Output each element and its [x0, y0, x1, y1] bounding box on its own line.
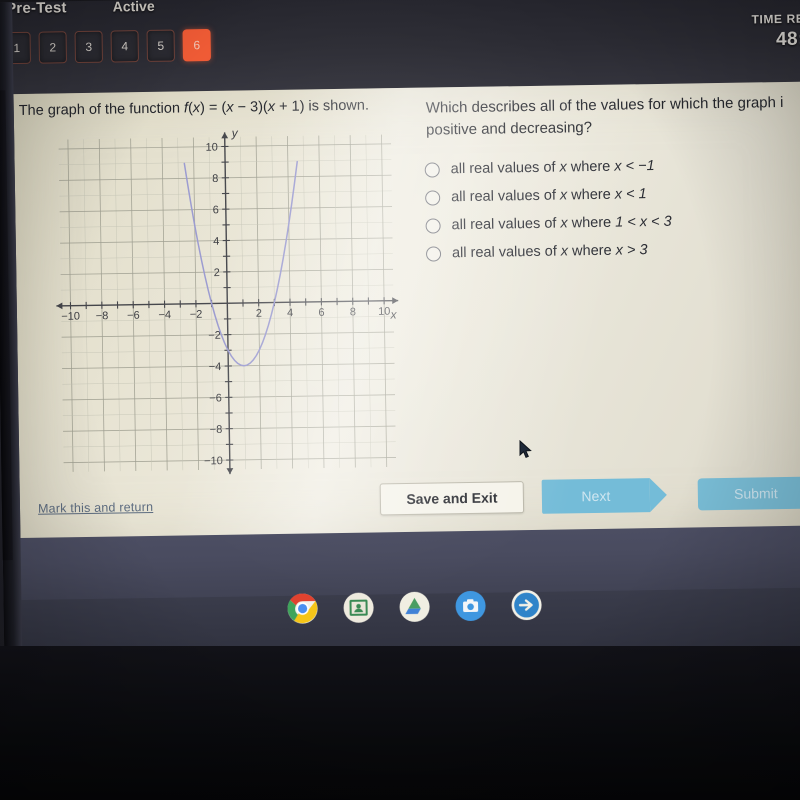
svg-text:y: y [231, 128, 239, 140]
stimulus-suffix: + 1) is shown. [274, 97, 370, 115]
svg-text:−10: −10 [204, 455, 223, 467]
question-button-4[interactable]: 4 [110, 30, 140, 63]
time-remaining-label: TIME RE [751, 11, 800, 27]
answer-choice-3-label: all real values of x where 1 < x < 3 [451, 213, 672, 234]
svg-text:10: 10 [378, 306, 390, 318]
svg-text:−8: −8 [210, 424, 223, 436]
svg-text:−6: −6 [209, 392, 222, 404]
time-remaining-value: 48: [775, 28, 800, 51]
svg-text:8: 8 [212, 173, 218, 185]
radio-button-icon[interactable] [425, 217, 441, 234]
save-and-exit-button[interactable]: Save and Exit [379, 481, 525, 516]
svg-text:2: 2 [256, 308, 262, 320]
svg-text:−6: −6 [127, 310, 140, 322]
area-below-screen [0, 646, 800, 800]
svg-text:10: 10 [206, 142, 218, 154]
stimulus-minus: − 3)( [233, 99, 268, 116]
question-prompt: Which describes all of the values for wh… [426, 91, 800, 141]
action-button-row: Save and Exit Next Submit [379, 476, 800, 517]
app-top-bar: Pre-Test Active 1 2 3 4 5 6 TIME RE 48: [0, 0, 800, 95]
svg-text:−4: −4 [158, 309, 171, 321]
radio-button-icon[interactable] [424, 161, 440, 178]
question-navigator[interactable]: 1 2 3 4 5 6 [2, 28, 211, 65]
camera-icon[interactable] [453, 589, 488, 624]
arrow-app-icon[interactable] [509, 588, 544, 623]
chrome-icon[interactable] [285, 591, 320, 626]
answer-choice-4-label: all real values of x where x > 3 [451, 242, 648, 262]
photo-of-laptop-screen: Pre-Test Active 1 2 3 4 5 6 TIME RE 48: … [0, 0, 800, 800]
screen-content: Pre-Test Active 1 2 3 4 5 6 TIME RE 48: … [0, 0, 800, 667]
question-button-5[interactable]: 5 [146, 29, 176, 62]
svg-text:−10: −10 [61, 311, 80, 323]
svg-text:x: x [389, 308, 397, 322]
next-button[interactable]: Next [541, 478, 651, 514]
svg-text:−8: −8 [96, 310, 109, 322]
answer-choice-4[interactable]: all real values of x where x > 3 [425, 233, 800, 267]
stimulus-eq: ) = ( [199, 99, 227, 117]
answer-choice-2-label: all real values of x where x < 1 [451, 186, 647, 206]
page-title: Pre-Test [6, 0, 67, 18]
function-graph: −10 −8 −6 −4 −2 2 4 6 8 10 10 8 6 4 2 −2 −4 −6 −8 −10 y x [52, 128, 402, 478]
svg-text:2: 2 [214, 267, 220, 279]
radio-button-icon[interactable] [425, 245, 442, 262]
svg-text:6: 6 [318, 307, 324, 319]
stimulus-prefix: The graph of the function [18, 100, 185, 120]
svg-text:−2: −2 [208, 330, 221, 342]
submit-button[interactable]: Submit [697, 476, 800, 511]
radio-button-icon[interactable] [425, 189, 441, 206]
question-button-2[interactable]: 2 [38, 31, 68, 64]
shelf-icon-row[interactable] [285, 588, 544, 626]
svg-text:−2: −2 [190, 309, 203, 321]
mouse-cursor [519, 439, 533, 460]
question-button-6[interactable]: 6 [182, 28, 211, 62]
svg-text:4: 4 [213, 236, 219, 248]
question-button-3[interactable]: 3 [74, 30, 104, 64]
svg-text:4: 4 [287, 307, 293, 319]
google-classroom-icon[interactable] [341, 590, 376, 625]
svg-text:8: 8 [350, 306, 356, 318]
brand-row: Pre-Test Active [6, 0, 155, 17]
graph-svg: −10 −8 −6 −4 −2 2 4 6 8 10 10 8 6 4 2 −2 −4 −6 −8 −10 y x [56, 128, 399, 475]
svg-text:−4: −4 [209, 361, 222, 373]
answer-choices[interactable]: all real values of x where x < −1 all re… [424, 149, 800, 267]
status-badge: Active [112, 0, 155, 15]
google-drive-icon[interactable] [397, 590, 432, 625]
question-panel: The graph of the function f(x) = (x − 3)… [13, 81, 800, 545]
time-remaining: TIME RE 48: [751, 12, 800, 52]
svg-text:6: 6 [213, 204, 219, 216]
answer-choice-1-label: all real values of x where x < −1 [450, 158, 655, 178]
mark-this-and-return-link[interactable]: Mark this and return [38, 500, 153, 516]
stimulus-text: The graph of the function f(x) = (x − 3)… [19, 96, 409, 122]
